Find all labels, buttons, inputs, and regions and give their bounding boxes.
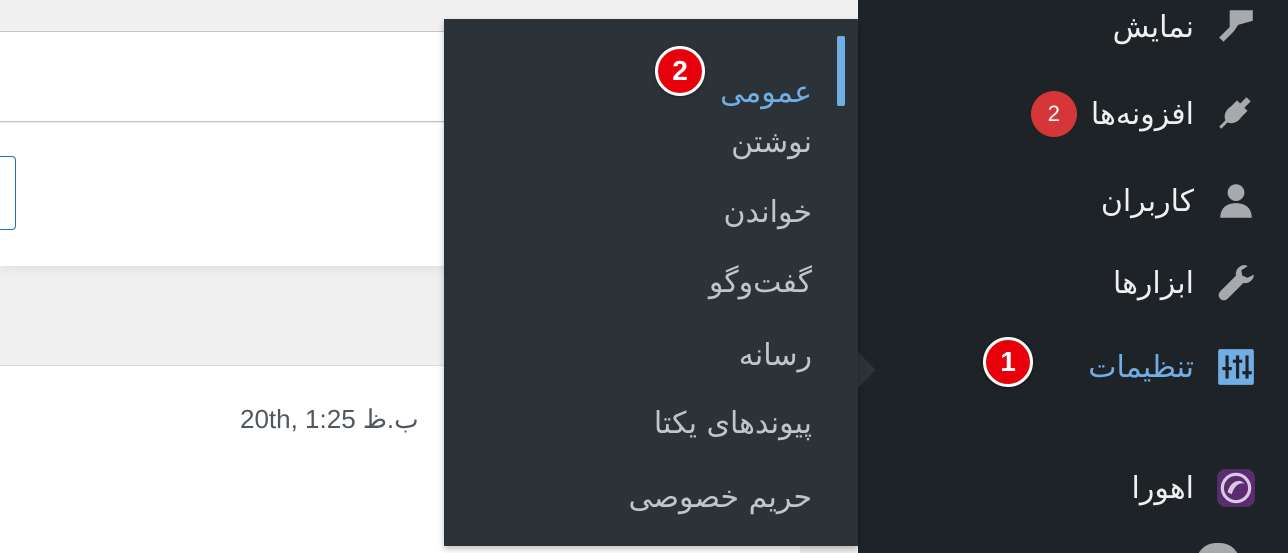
current-item-indicator	[837, 36, 845, 106]
users-person-icon	[1206, 171, 1266, 231]
sidebar-item-plugins[interactable]: افزونه‌ها 2	[858, 84, 1288, 144]
sidebar-item-label: ابزارها	[1112, 265, 1194, 301]
submenu-item-permalinks[interactable]: پیوندهای یکتا	[654, 404, 812, 444]
date-text: 20th, 1:25 ب.ظ	[240, 404, 419, 434]
plugins-plug-icon	[1206, 84, 1266, 144]
settings-submenu: عمومی نوشتن خواندن گفت‌وگو رسانه پیوندها…	[444, 19, 858, 546]
appearance-brush-icon	[1206, 0, 1266, 57]
step-number-badge: 2	[655, 46, 705, 96]
ahura-logo-icon	[1206, 458, 1266, 518]
sidebar-item-label: افزونه‌ها	[1090, 96, 1194, 132]
admin-sidebar: نمایش افزونه‌ها 2 کاربران ابزارها	[858, 0, 1288, 553]
sidebar-item-label: تنظیمات	[1088, 349, 1194, 385]
submenu-item-reading[interactable]: خواندن	[723, 193, 812, 233]
sidebar-item-label: اهورا	[1131, 470, 1194, 506]
sidebar-item-appearance[interactable]: نمایش	[858, 0, 1288, 57]
sidebar-item-settings[interactable]: تنظیمات	[858, 337, 1288, 397]
sidebar-item-tools[interactable]: ابزارها	[858, 253, 1288, 313]
settings-sliders-icon	[1206, 337, 1266, 397]
submenu-item-general[interactable]: عمومی	[720, 73, 812, 113]
sidebar-item-users[interactable]: کاربران	[858, 171, 1288, 231]
sidebar-item-ahura[interactable]: اهورا	[858, 458, 1288, 518]
sidebar-item-label: نمایش	[1112, 9, 1194, 45]
submenu-item-media[interactable]: رسانه	[739, 336, 812, 376]
tools-wrench-icon	[1206, 253, 1266, 313]
step-number-badge: 1	[983, 337, 1033, 387]
sidebar-item-label: کاربران	[1100, 183, 1194, 219]
text-input-edge[interactable]	[0, 156, 16, 230]
submenu-item-writing[interactable]: نوشتن	[731, 123, 812, 163]
update-count-badge: 2	[1030, 91, 1077, 137]
submenu-item-discussion[interactable]: گفت‌وگو	[709, 263, 812, 303]
submenu-pointer	[858, 352, 876, 388]
menu-icon-partial	[1196, 543, 1240, 553]
submenu-item-privacy[interactable]: حریم خصوصی	[629, 478, 813, 518]
